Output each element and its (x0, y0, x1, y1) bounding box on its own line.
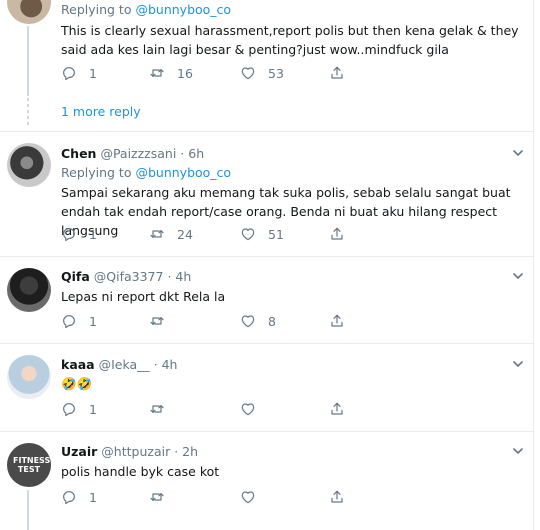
retweet-button[interactable]: 24 (149, 225, 193, 243)
display-name[interactable]: Qifa (61, 269, 90, 284)
tweet[interactable]: FITNESS TEST Uzair @httpuzair · 2h polis… (0, 432, 533, 530)
like-icon (240, 65, 256, 81)
reply-button[interactable]: 1 (61, 225, 97, 243)
tweet-actions: 1 16 53 (61, 64, 361, 82)
replying-prefix: Replying to (61, 2, 132, 17)
tweet-header: kaaa @Ieka__ · 4h (61, 357, 177, 372)
tweet[interactable]: Replying to @bunnyboo_co This is clearly… (0, 0, 533, 128)
share-icon (329, 65, 345, 81)
retweet-icon (149, 226, 165, 242)
timestamp[interactable]: · 6h (180, 146, 204, 161)
share-button[interactable] (329, 400, 345, 418)
column-border (533, 0, 534, 530)
retweet-button[interactable] (149, 400, 177, 418)
user-handle[interactable]: @Qifa3377 (94, 269, 164, 284)
user-handle[interactable]: @Paizzzsani (100, 146, 176, 161)
tweet-text: Lepas ni report dkt Rela la (61, 289, 226, 304)
display-name[interactable]: kaaa (61, 357, 95, 372)
tweet-actions: 1 8 (61, 312, 361, 330)
retweet-button[interactable]: 16 (149, 64, 193, 82)
chevron-down-icon[interactable] (512, 359, 524, 369)
tweet-header: Uzair @httpuzair · 2h (61, 444, 198, 459)
like-button[interactable]: 51 (240, 225, 284, 243)
share-button[interactable] (329, 225, 345, 243)
reply-button[interactable]: 1 (61, 312, 97, 330)
like-count: 53 (268, 65, 284, 81)
retweet-button[interactable] (149, 488, 177, 506)
like-icon (240, 401, 256, 417)
reply-icon (61, 226, 77, 242)
tweet-header: Chen @Paizzzsani · 6h (61, 146, 204, 161)
timestamp[interactable]: · 4h (167, 269, 191, 284)
user-handle[interactable]: @httpuzair (101, 444, 170, 459)
retweet-icon (149, 65, 165, 81)
avatar[interactable] (7, 355, 51, 399)
avatar-text: FITNESS TEST (13, 456, 51, 474)
replying-to: Replying to @bunnyboo_co (61, 2, 231, 17)
avatar[interactable] (7, 143, 51, 187)
tweet-text: polis handle byk case kot (61, 464, 220, 479)
reply-count: 1 (89, 489, 97, 505)
tweet-actions: 1 24 51 (61, 225, 361, 243)
more-replies-link[interactable]: 1 more reply (61, 104, 141, 119)
share-button[interactable] (329, 488, 345, 506)
replying-to: Replying to @bunnyboo_co (61, 165, 231, 180)
chevron-down-icon[interactable] (512, 446, 524, 456)
thread-line (27, 490, 29, 530)
tweet-header: Qifa @Qifa3377 · 4h (61, 269, 191, 284)
avatar[interactable]: FITNESS TEST (7, 443, 51, 487)
like-count: 51 (268, 226, 284, 242)
retweet-icon (149, 313, 165, 329)
like-button[interactable]: 8 (240, 312, 276, 330)
tweet-actions: 1 (61, 488, 361, 506)
chevron-down-icon[interactable] (512, 271, 524, 281)
avatar[interactable] (7, 268, 51, 312)
retweet-icon (149, 489, 165, 505)
tweet-text: 🤣🤣 (61, 376, 93, 391)
tweet[interactable]: Chen @Paizzzsani · 6h Replying to @bunny… (0, 132, 533, 256)
replying-prefix: Replying to (61, 165, 132, 180)
display-name[interactable]: Uzair (61, 444, 97, 459)
replying-handle-link[interactable]: @bunnyboo_co (135, 2, 231, 17)
like-button[interactable] (240, 400, 268, 418)
reply-icon (61, 489, 77, 505)
tweet[interactable]: kaaa @Ieka__ · 4h 🤣🤣 1 (0, 344, 533, 431)
share-icon (329, 401, 345, 417)
share-icon (329, 489, 345, 505)
like-icon (240, 489, 256, 505)
share-button[interactable] (329, 64, 345, 82)
retweet-count: 24 (177, 226, 193, 242)
like-button[interactable] (240, 488, 268, 506)
display-name[interactable]: Chen (61, 146, 96, 161)
reply-button[interactable]: 1 (61, 64, 97, 82)
reply-count: 1 (89, 401, 97, 417)
tweet-actions: 1 (61, 400, 361, 418)
reply-button[interactable]: 1 (61, 400, 97, 418)
retweet-count: 16 (177, 65, 193, 81)
replying-handle-link[interactable]: @bunnyboo_co (135, 165, 231, 180)
reply-button[interactable]: 1 (61, 488, 97, 506)
retweet-icon (149, 401, 165, 417)
reply-icon (61, 313, 77, 329)
timestamp[interactable]: · 2h (174, 444, 198, 459)
timestamp[interactable]: · 4h (154, 357, 178, 372)
tweet[interactable]: Qifa @Qifa3377 · 4h Lepas ni report dkt … (0, 257, 533, 343)
share-button[interactable] (329, 312, 345, 330)
like-count: 8 (268, 313, 276, 329)
user-handle[interactable]: @Ieka__ (99, 357, 150, 372)
like-icon (240, 226, 256, 242)
reply-count: 1 (89, 226, 97, 242)
retweet-button[interactable] (149, 312, 177, 330)
reply-count: 1 (89, 313, 97, 329)
share-icon (329, 313, 345, 329)
tweet-text: This is clearly sexual harassment,report… (61, 23, 519, 57)
reply-icon (61, 401, 77, 417)
like-button[interactable]: 53 (240, 64, 284, 82)
reply-count: 1 (89, 65, 97, 81)
reply-icon (61, 65, 77, 81)
like-icon (240, 313, 256, 329)
chevron-down-icon[interactable] (512, 148, 524, 158)
share-icon (329, 226, 345, 242)
